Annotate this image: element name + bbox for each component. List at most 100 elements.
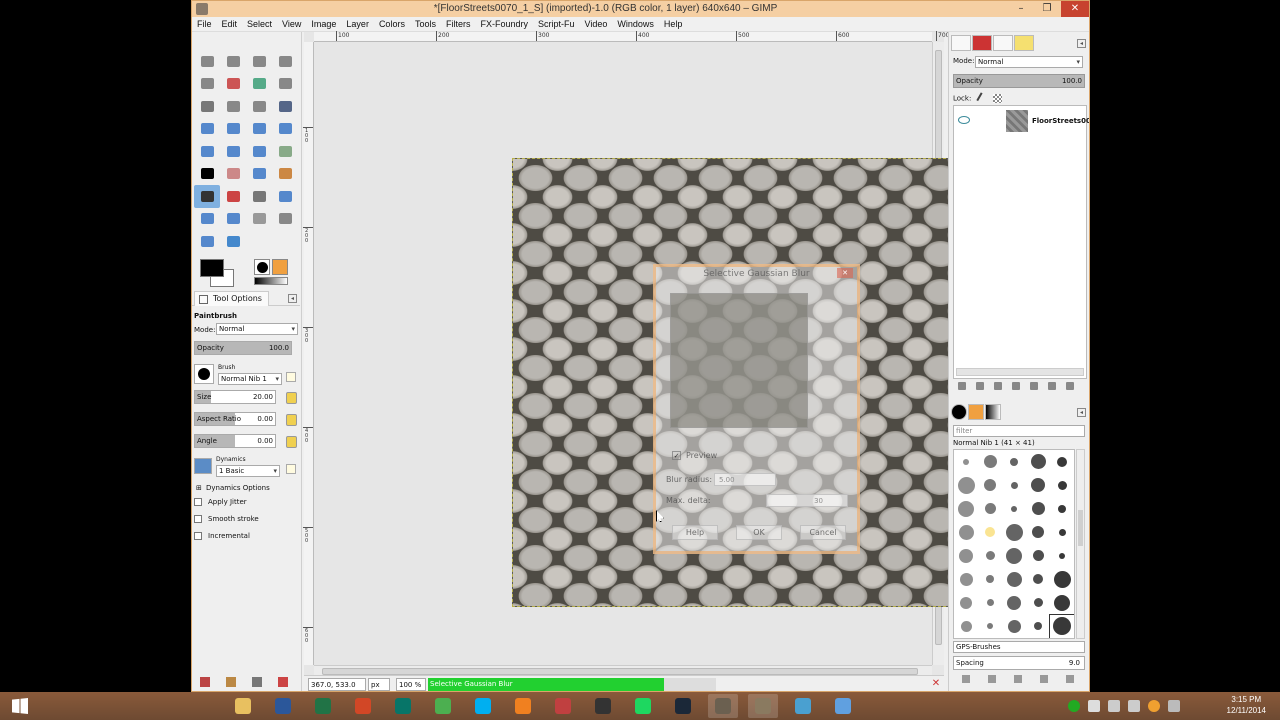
- help-button[interactable]: Help: [672, 525, 718, 540]
- brush-thumbnail[interactable]: [978, 521, 1002, 545]
- menu-windows[interactable]: Windows: [612, 17, 659, 32]
- brush-set-select[interactable]: GPS-Brushes: [953, 641, 1085, 653]
- taskbar-vlc[interactable]: [508, 694, 538, 718]
- brush-thumbnail[interactable]: [1002, 615, 1026, 639]
- restore-options-icon[interactable]: [226, 677, 236, 687]
- tray-app-icon[interactable]: [1068, 700, 1080, 712]
- dynamics-icon[interactable]: [194, 458, 212, 474]
- new-layer-group-icon[interactable]: [976, 382, 984, 390]
- brush-thumbnail[interactable]: [1026, 521, 1050, 545]
- brush-thumbnail[interactable]: [1050, 591, 1074, 615]
- menu-tools[interactable]: Tools: [410, 17, 441, 32]
- taskbar-gimp-image[interactable]: [748, 694, 778, 718]
- menu-layer[interactable]: Layer: [341, 17, 374, 32]
- taskbar-media[interactable]: [548, 694, 578, 718]
- tool-scissors[interactable]: [220, 73, 246, 96]
- brush-thumbnail[interactable]: [1002, 474, 1026, 498]
- brush-thumbnail[interactable]: [1026, 450, 1050, 474]
- new-layer-icon[interactable]: [958, 382, 966, 390]
- clock[interactable]: 3:15 PM 12/11/2014: [1227, 694, 1266, 716]
- taskbar-powerpoint[interactable]: [348, 694, 378, 718]
- taskbar-gimp[interactable]: [708, 694, 738, 718]
- tool-align[interactable]: [194, 118, 220, 141]
- tool-color-picker[interactable]: [194, 95, 220, 118]
- brush-thumbnail[interactable]: [1002, 497, 1026, 521]
- brush-thumbnail[interactable]: [978, 497, 1002, 521]
- menu-filters[interactable]: Filters: [441, 17, 476, 32]
- tool-rotate[interactable]: [246, 118, 272, 141]
- refresh-brushes-icon[interactable]: [1066, 675, 1074, 683]
- layer-row[interactable]: FloorStreets007: [954, 108, 1089, 134]
- taskbar-excel[interactable]: [308, 694, 338, 718]
- brush-grid[interactable]: [953, 449, 1075, 639]
- preview-pane[interactable]: [670, 293, 808, 428]
- dynamics-field[interactable]: 1 Basic: [216, 465, 280, 477]
- vertical-ruler[interactable]: 100 200 300 400 500 600: [303, 42, 314, 665]
- eye-icon[interactable]: [958, 116, 970, 124]
- raise-layer-icon[interactable]: [994, 382, 1002, 390]
- active-gradient-swatch[interactable]: [254, 277, 288, 285]
- tool-shear[interactable]: [194, 140, 220, 163]
- brush-thumbnail[interactable]: [954, 450, 978, 474]
- brush-thumbnail[interactable]: [1050, 450, 1074, 474]
- taskbar-file-explorer[interactable]: [228, 694, 258, 718]
- aspect-reset-icon[interactable]: [286, 414, 297, 426]
- brush-thumbnail[interactable]: [954, 568, 978, 592]
- tool-clone[interactable]: [246, 163, 272, 186]
- tab-tool-options[interactable]: Tool Options: [194, 291, 269, 306]
- cancel-button[interactable]: Cancel: [800, 525, 846, 540]
- tool-crop[interactable]: [220, 118, 246, 141]
- menu-script-fu[interactable]: Script-Fu: [533, 17, 580, 32]
- aspect-slider[interactable]: Aspect Ratio 0.00: [194, 412, 276, 426]
- brush-thumbnail[interactable]: [1026, 497, 1050, 521]
- reset-options-icon[interactable]: [278, 677, 288, 687]
- tray-flag-icon[interactable]: [1088, 700, 1100, 712]
- taskbar-steam[interactable]: [668, 694, 698, 718]
- brush-thumbnail[interactable]: [1026, 568, 1050, 592]
- layer-opacity-slider[interactable]: Opacity 100.0: [953, 74, 1085, 88]
- tool-cage[interactable]: [272, 140, 298, 163]
- lower-layer-icon[interactable]: [1012, 382, 1020, 390]
- tool-perspective[interactable]: [220, 140, 246, 163]
- canvas-area[interactable]: 100 200 300 400 500 600 700 100 200 300 400 500 600…: [303, 31, 961, 677]
- ok-button[interactable]: OK: [736, 525, 782, 540]
- start-button[interactable]: [0, 692, 40, 720]
- tray-monitor-icon[interactable]: [1168, 700, 1180, 712]
- taskbar-paint[interactable]: [828, 694, 858, 718]
- tool-text[interactable]: [194, 163, 220, 186]
- menu-fx-foundry[interactable]: FX-Foundry: [475, 17, 533, 32]
- tool-ellipse-select[interactable]: [220, 50, 246, 73]
- dialog-close-icon[interactable]: ✕: [837, 268, 853, 278]
- tool-perspective-clone[interactable]: [194, 208, 220, 231]
- tool-paintbrush[interactable]: [194, 185, 220, 208]
- tool-ink[interactable]: [272, 185, 298, 208]
- spacing-slider[interactable]: Spacing 9.0: [953, 656, 1085, 670]
- tool-move[interactable]: [272, 95, 298, 118]
- tray-network-icon[interactable]: [1108, 700, 1120, 712]
- incremental-checkbox[interactable]: [194, 532, 202, 540]
- taskbar-publisher[interactable]: [388, 694, 418, 718]
- angle-slider[interactable]: Angle 0.00: [194, 434, 276, 448]
- tool-rect-select[interactable]: [194, 50, 220, 73]
- tool-dodge[interactable]: [272, 208, 298, 231]
- tab-brushes[interactable]: [951, 404, 967, 420]
- brush-thumbnail[interactable]: [1002, 568, 1026, 592]
- layer-mode-select[interactable]: Normal: [975, 56, 1083, 68]
- active-pattern-swatch[interactable]: [272, 259, 288, 275]
- taskbar-obs[interactable]: [588, 694, 618, 718]
- tool-select-by-color[interactable]: [194, 73, 220, 96]
- brush-scroll-thumb[interactable]: [1078, 510, 1083, 546]
- brush-field[interactable]: Normal Nib 1: [218, 373, 282, 385]
- menu-file[interactable]: File: [192, 17, 217, 32]
- delete-options-icon[interactable]: [252, 677, 262, 687]
- dynamics-options-row[interactable]: ⊞ Dynamics Options: [194, 481, 298, 495]
- taskbar-notepad[interactable]: [788, 694, 818, 718]
- foreground-color[interactable]: [200, 259, 224, 277]
- layer-name[interactable]: FloorStreets007: [1032, 117, 1089, 125]
- brush-thumbnail[interactable]: [1026, 615, 1050, 639]
- brush-thumbnail[interactable]: [954, 497, 978, 521]
- tab-paths[interactable]: [993, 35, 1013, 51]
- brush-thumbnail[interactable]: [954, 615, 978, 639]
- tool-blend[interactable]: [220, 208, 246, 231]
- tray-volume-icon[interactable]: [1128, 700, 1140, 712]
